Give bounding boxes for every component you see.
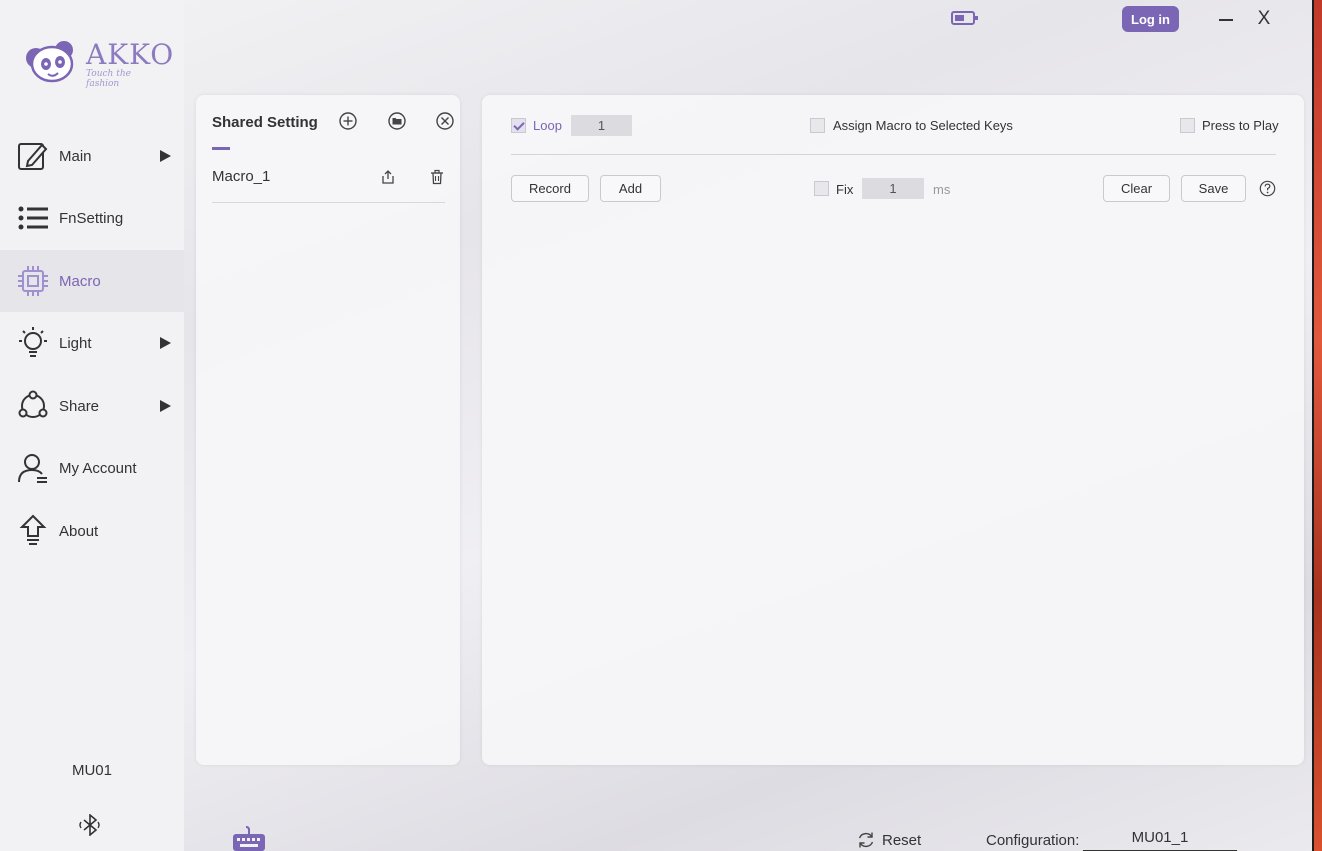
sidebar-item-share[interactable]: Share [0,375,184,437]
sidebar-item-label: Light [59,334,92,352]
macro-list-item[interactable]: Macro_1 [212,163,445,203]
chip-icon [18,266,48,296]
fix-delay-input[interactable] [862,178,924,199]
battery-icon [951,11,978,25]
panda-logo-icon [26,41,74,83]
sidebar-item-main[interactable]: Main [0,125,184,187]
refresh-icon [858,832,874,848]
title-underline [212,147,230,150]
logo-tagline: Touch the fashion [86,69,131,89]
sidebar-item-about[interactable]: About [0,500,184,562]
reset-label: Reset [882,831,922,849]
submenu-arrow-icon [160,400,171,412]
sidebar-item-light[interactable]: Light [0,312,184,374]
press-to-play-label: Press to Play [1202,118,1279,133]
macro-editor-panel: Loop Assign Macro to Selected Keys Press… [482,95,1304,765]
sidebar-item-my-account[interactable]: My Account [0,437,184,499]
reset-button[interactable]: Reset [856,829,921,851]
sidebar-item-label: Macro [59,272,101,290]
shared-setting-panel: Shared Setting Macro_1 [196,95,460,765]
sidebar-item-label: Main [59,147,92,165]
minimize-icon [1219,19,1233,21]
akko-logo: AKKO Touch the fashion [24,36,173,89]
press-to-play-checkbox[interactable] [1180,118,1195,133]
assign-macro-label: Assign Macro to Selected Keys [833,118,1013,133]
sidebar-item-label: FnSetting [59,209,124,227]
desktop-wallpaper-edge [1314,0,1322,851]
loop-checkbox[interactable] [511,118,526,133]
sidebar-item-label: About [59,522,99,540]
trash-icon[interactable] [429,169,445,185]
user-icon [18,454,47,483]
loop-label: Loop [533,118,562,133]
submenu-arrow-icon [160,337,171,349]
sidebar: AKKO Touch the fashion Main FnSetting Ma… [0,0,184,851]
logo-wordmark: AKKO [86,38,175,71]
loop-count-input[interactable] [571,115,632,136]
sidebar-item-macro[interactable]: Macro [0,250,184,312]
assign-macro-checkbox[interactable] [810,118,825,133]
list-icon [18,206,48,230]
sidebar-item-label: My Account [59,459,137,477]
share-icon [18,390,48,418]
configuration-select[interactable]: MU01_1 [1083,829,1237,851]
light-bulb-icon [19,327,47,357]
macro-name: Macro_1 [212,168,271,185]
save-button[interactable]: Save [1181,175,1246,202]
keyboard-icon[interactable] [232,826,266,851]
clear-button[interactable]: Clear [1103,175,1170,202]
panel-title: Shared Setting [212,114,318,131]
upload-arrow-icon [19,514,47,545]
divider [511,154,1276,155]
bluetooth-icon[interactable] [78,814,104,836]
device-name: MU01 [71,762,112,779]
submenu-arrow-icon [160,150,171,162]
pencil-square-icon [18,143,48,170]
close-button[interactable]: X [1252,6,1276,32]
add-button[interactable]: Add [600,175,661,202]
sidebar-item-fnsetting[interactable]: FnSetting [0,187,184,249]
minimize-button[interactable] [1214,6,1238,32]
fix-label: Fix [836,182,854,197]
login-button[interactable]: Log in [1122,6,1179,32]
add-macro-icon[interactable] [338,111,358,131]
record-button[interactable]: Record [511,175,589,202]
help-icon[interactable] [1259,180,1276,197]
configuration-label: Configuration: [986,832,1080,849]
open-folder-icon[interactable] [387,111,407,131]
export-icon[interactable] [380,169,396,185]
fix-checkbox[interactable] [814,181,829,196]
close-circle-icon[interactable] [435,111,455,131]
fix-unit-label: ms [933,182,951,197]
sidebar-item-label: Share [59,397,100,415]
